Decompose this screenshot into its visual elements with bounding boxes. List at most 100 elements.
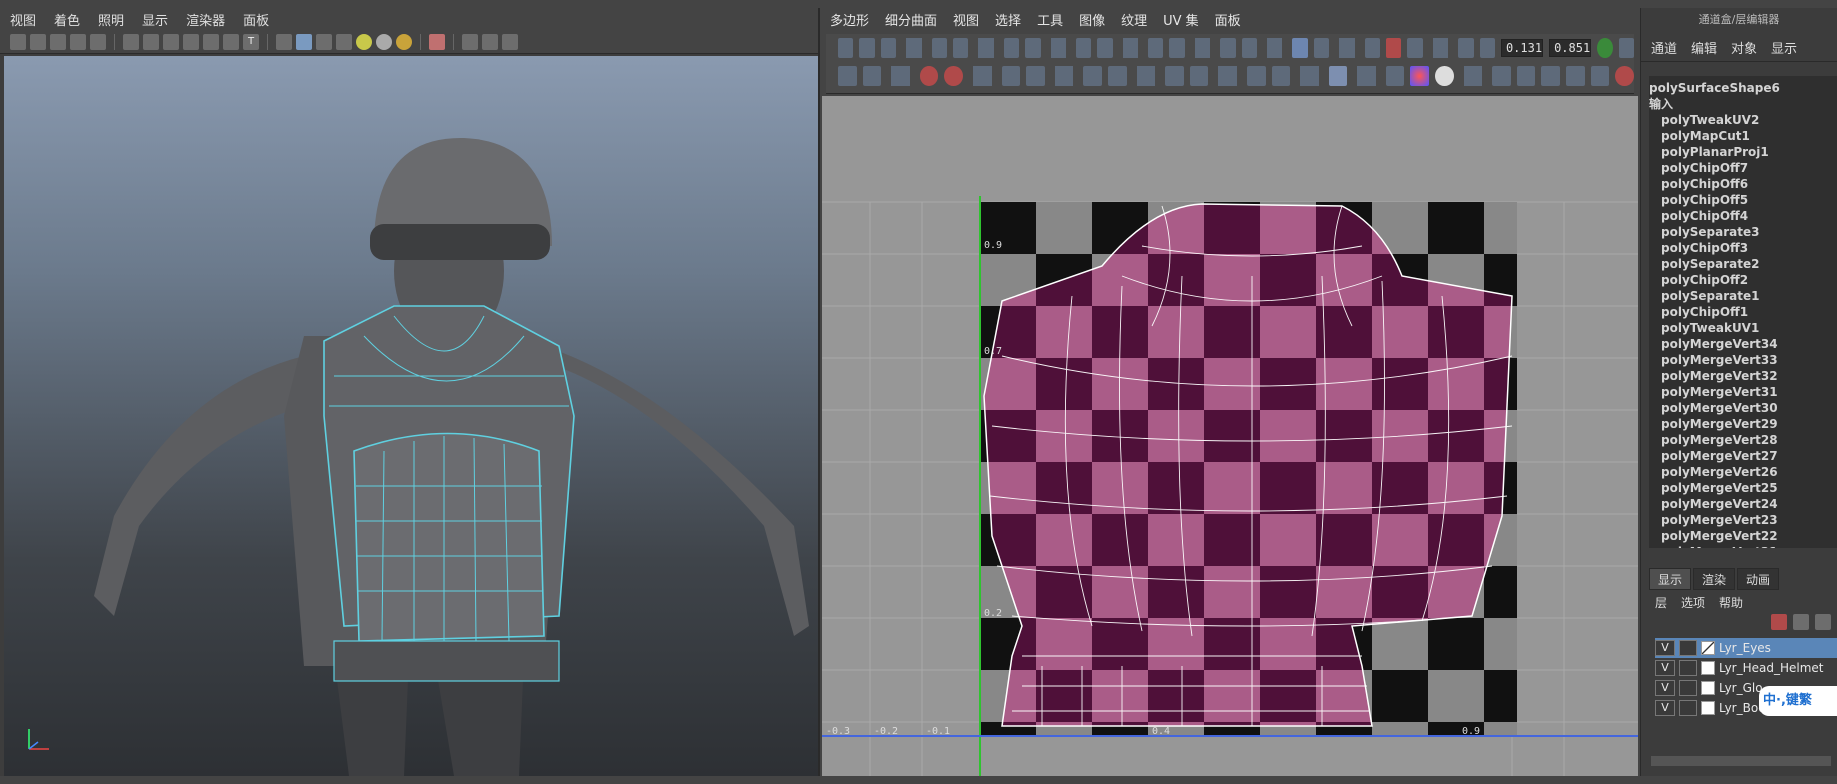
- bookmark-icon[interactable]: [50, 33, 66, 50]
- copy-uv-icon[interactable]: [1492, 66, 1511, 86]
- sew-uv-icon[interactable]: [1025, 38, 1041, 58]
- smooth-shade-icon[interactable]: [163, 33, 179, 50]
- history-node[interactable]: polyMergeVert24: [1649, 496, 1837, 512]
- flip-v-icon[interactable]: [952, 38, 969, 58]
- refresh-icon[interactable]: [1385, 38, 1402, 58]
- layer-visibility-toggle[interactable]: V: [1655, 660, 1675, 676]
- two-panes-icon[interactable]: [482, 33, 498, 50]
- history-node[interactable]: polyChipOff1: [1649, 304, 1837, 320]
- alpha-channel-icon[interactable]: [1435, 66, 1454, 86]
- history-node[interactable]: polyChipOff7: [1649, 160, 1837, 176]
- viewport-menu-show[interactable]: 显示: [142, 10, 168, 29]
- dim-image-icon[interactable]: [1458, 38, 1474, 58]
- texture-borders-icon[interactable]: [1407, 38, 1423, 58]
- image-plane-icon[interactable]: [70, 33, 86, 50]
- history-node[interactable]: polyMergeVert30: [1649, 400, 1837, 416]
- paste-u-icon[interactable]: [1541, 66, 1561, 86]
- layer-scrollbar[interactable]: [1651, 756, 1831, 766]
- history-node[interactable]: polySeparate3: [1649, 224, 1837, 240]
- uv-menu-texture[interactable]: 纹理: [1121, 10, 1147, 29]
- history-node[interactable]: polyChipOff4: [1649, 208, 1837, 224]
- paste-v-icon[interactable]: [1566, 66, 1585, 86]
- stack-shells-icon[interactable]: [1083, 66, 1102, 86]
- history-node[interactable]: polyChipOff3: [1649, 240, 1837, 256]
- texture-icon[interactable]: T: [243, 33, 259, 50]
- history-node[interactable]: polyChipOff5: [1649, 192, 1837, 208]
- layer-visibility-toggle[interactable]: V: [1655, 700, 1675, 716]
- layer-color-swatch[interactable]: [1701, 701, 1715, 715]
- layer-row[interactable]: V Lyr_Head_Helmet: [1655, 658, 1837, 678]
- checker-display-icon[interactable]: [1313, 38, 1330, 58]
- pin-icon[interactable]: [1026, 66, 1045, 86]
- grid-toggle-icon[interactable]: [90, 33, 106, 50]
- menu-channels[interactable]: 通道: [1651, 38, 1677, 57]
- layer-menu-options[interactable]: 选项: [1681, 594, 1705, 611]
- history-node[interactable]: 输入: [1649, 96, 1837, 112]
- layer-display-type-toggle[interactable]: [1679, 680, 1697, 696]
- history-node[interactable]: polyMergeVert33: [1649, 352, 1837, 368]
- viewport-menu-shading[interactable]: 着色: [54, 10, 80, 29]
- straighten-icon[interactable]: [1001, 66, 1021, 86]
- history-node[interactable]: polyMergeVert28: [1649, 432, 1837, 448]
- ime-indicator[interactable]: 中·,键繁: [1759, 686, 1837, 716]
- wireframe-icon[interactable]: [123, 33, 139, 50]
- u-coordinate-field[interactable]: 0.131: [1500, 39, 1544, 57]
- uv-transform-icon[interactable]: [1597, 38, 1613, 58]
- layout-icon[interactable]: [1097, 38, 1113, 58]
- align-left-icon[interactable]: [1148, 38, 1164, 58]
- rotate-cw-icon[interactable]: [944, 66, 963, 86]
- layer-stack-icon[interactable]: [1815, 614, 1831, 630]
- rotate-ccw-icon[interactable]: [919, 66, 939, 86]
- cube-shaded-icon[interactable]: [296, 33, 312, 50]
- history-node-list[interactable]: polySurfaceShape6 输入 polyTweakUV2 polyMapCu…: [1649, 76, 1837, 548]
- history-node[interactable]: polyMergeVert21: [1649, 544, 1837, 548]
- grid-uv-icon[interactable]: [838, 66, 857, 86]
- cut-uv-icon[interactable]: [1003, 38, 1020, 58]
- grid-display-icon[interactable]: [1364, 38, 1380, 58]
- layer-display-type-toggle[interactable]: [1679, 640, 1697, 656]
- viewport-menu-lighting[interactable]: 照明: [98, 10, 124, 29]
- uv-menu-select[interactable]: 选择: [995, 10, 1021, 29]
- cube-textured-icon[interactable]: [316, 33, 332, 50]
- cube-wire-icon[interactable]: [276, 33, 292, 50]
- menu-show[interactable]: 显示: [1771, 38, 1797, 57]
- uv-relative-icon[interactable]: [1618, 38, 1634, 58]
- xray-icon[interactable]: [203, 33, 219, 50]
- history-node[interactable]: polyMergeVert25: [1649, 480, 1837, 496]
- uv-menu-image[interactable]: 图像: [1079, 10, 1105, 29]
- normalize-icon[interactable]: [1189, 66, 1209, 86]
- default-lighting-icon[interactable]: [183, 33, 199, 50]
- tab-display-layers[interactable]: 显示: [1649, 568, 1692, 590]
- unfold-icon[interactable]: [1075, 38, 1092, 58]
- align-right-icon[interactable]: [1169, 38, 1185, 58]
- uv-menu-uvsets[interactable]: UV 集: [1163, 10, 1199, 29]
- pixel-snap-icon[interactable]: [1241, 38, 1258, 58]
- uv-snapshot-icon[interactable]: [1615, 66, 1634, 86]
- history-node[interactable]: polySurfaceShape6: [1649, 80, 1837, 96]
- uv-lasso-icon[interactable]: [859, 38, 875, 58]
- cycle-uv-icon[interactable]: [1590, 66, 1610, 86]
- distribute-icon[interactable]: [1165, 66, 1184, 86]
- match-grid-icon[interactable]: [1107, 66, 1127, 86]
- isolate-uv-icon[interactable]: [1271, 66, 1291, 86]
- history-node[interactable]: polyMapCut1: [1649, 128, 1837, 144]
- viewport-menu-panels[interactable]: 面板: [243, 10, 269, 29]
- layer-row[interactable]: V Lyr_Eyes: [1655, 638, 1837, 658]
- history-node[interactable]: polyMergeVert34: [1649, 336, 1837, 352]
- uv-menu-panels[interactable]: 面板: [1215, 10, 1241, 29]
- layer-color-swatch[interactable]: [1701, 681, 1715, 695]
- uv-menu-tool[interactable]: 工具: [1037, 10, 1063, 29]
- history-node[interactable]: polyMergeVert22: [1649, 528, 1837, 544]
- new-layer-icon[interactable]: [1793, 614, 1809, 630]
- history-node[interactable]: polyMergeVert31: [1649, 384, 1837, 400]
- tab-anim-layers[interactable]: 动画: [1737, 568, 1780, 590]
- paste-uv-icon[interactable]: [1516, 66, 1536, 86]
- layer-display-type-toggle[interactable]: [1679, 660, 1697, 676]
- history-node[interactable]: polyMergeVert32: [1649, 368, 1837, 384]
- light-icon[interactable]: [356, 33, 372, 50]
- v-coordinate-field[interactable]: 0.851: [1549, 39, 1592, 57]
- viewport-menu-renderer[interactable]: 渲染器: [186, 10, 225, 29]
- uv-canvas[interactable]: 0.9 0.7 0.2 -0.3 -0.2 -0.1 0.4 0.9: [822, 96, 1638, 776]
- color-channels-icon[interactable]: [1410, 66, 1430, 86]
- film-gate-icon[interactable]: [143, 33, 159, 50]
